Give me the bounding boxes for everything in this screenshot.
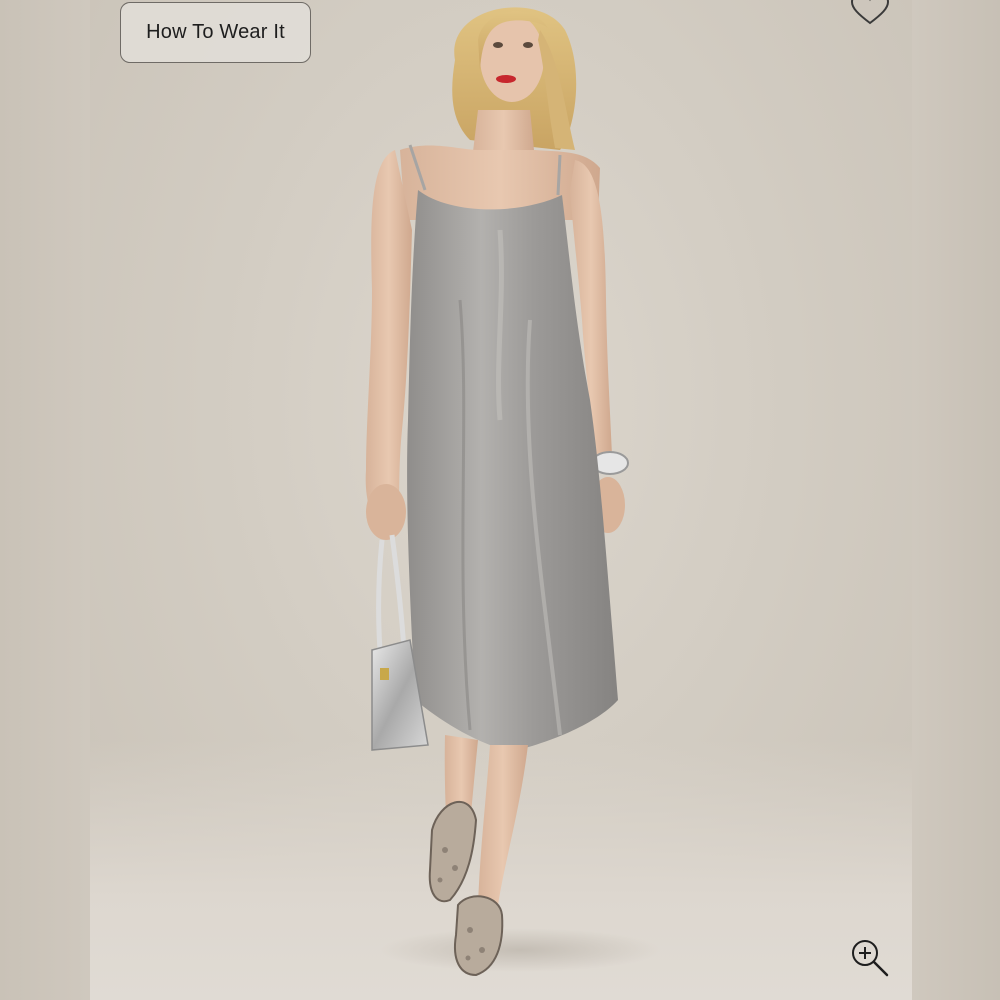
zoom-in-icon: [852, 940, 889, 977]
favorite-button[interactable]: [848, 0, 892, 28]
heart-outline-icon: [850, 0, 890, 25]
zoom-button[interactable]: [848, 936, 892, 980]
how-to-wear-it-label: How To Wear It: [146, 21, 285, 43]
how-to-wear-it-button[interactable]: How To Wear It: [120, 2, 311, 63]
model-figure: [365, 7, 660, 977]
